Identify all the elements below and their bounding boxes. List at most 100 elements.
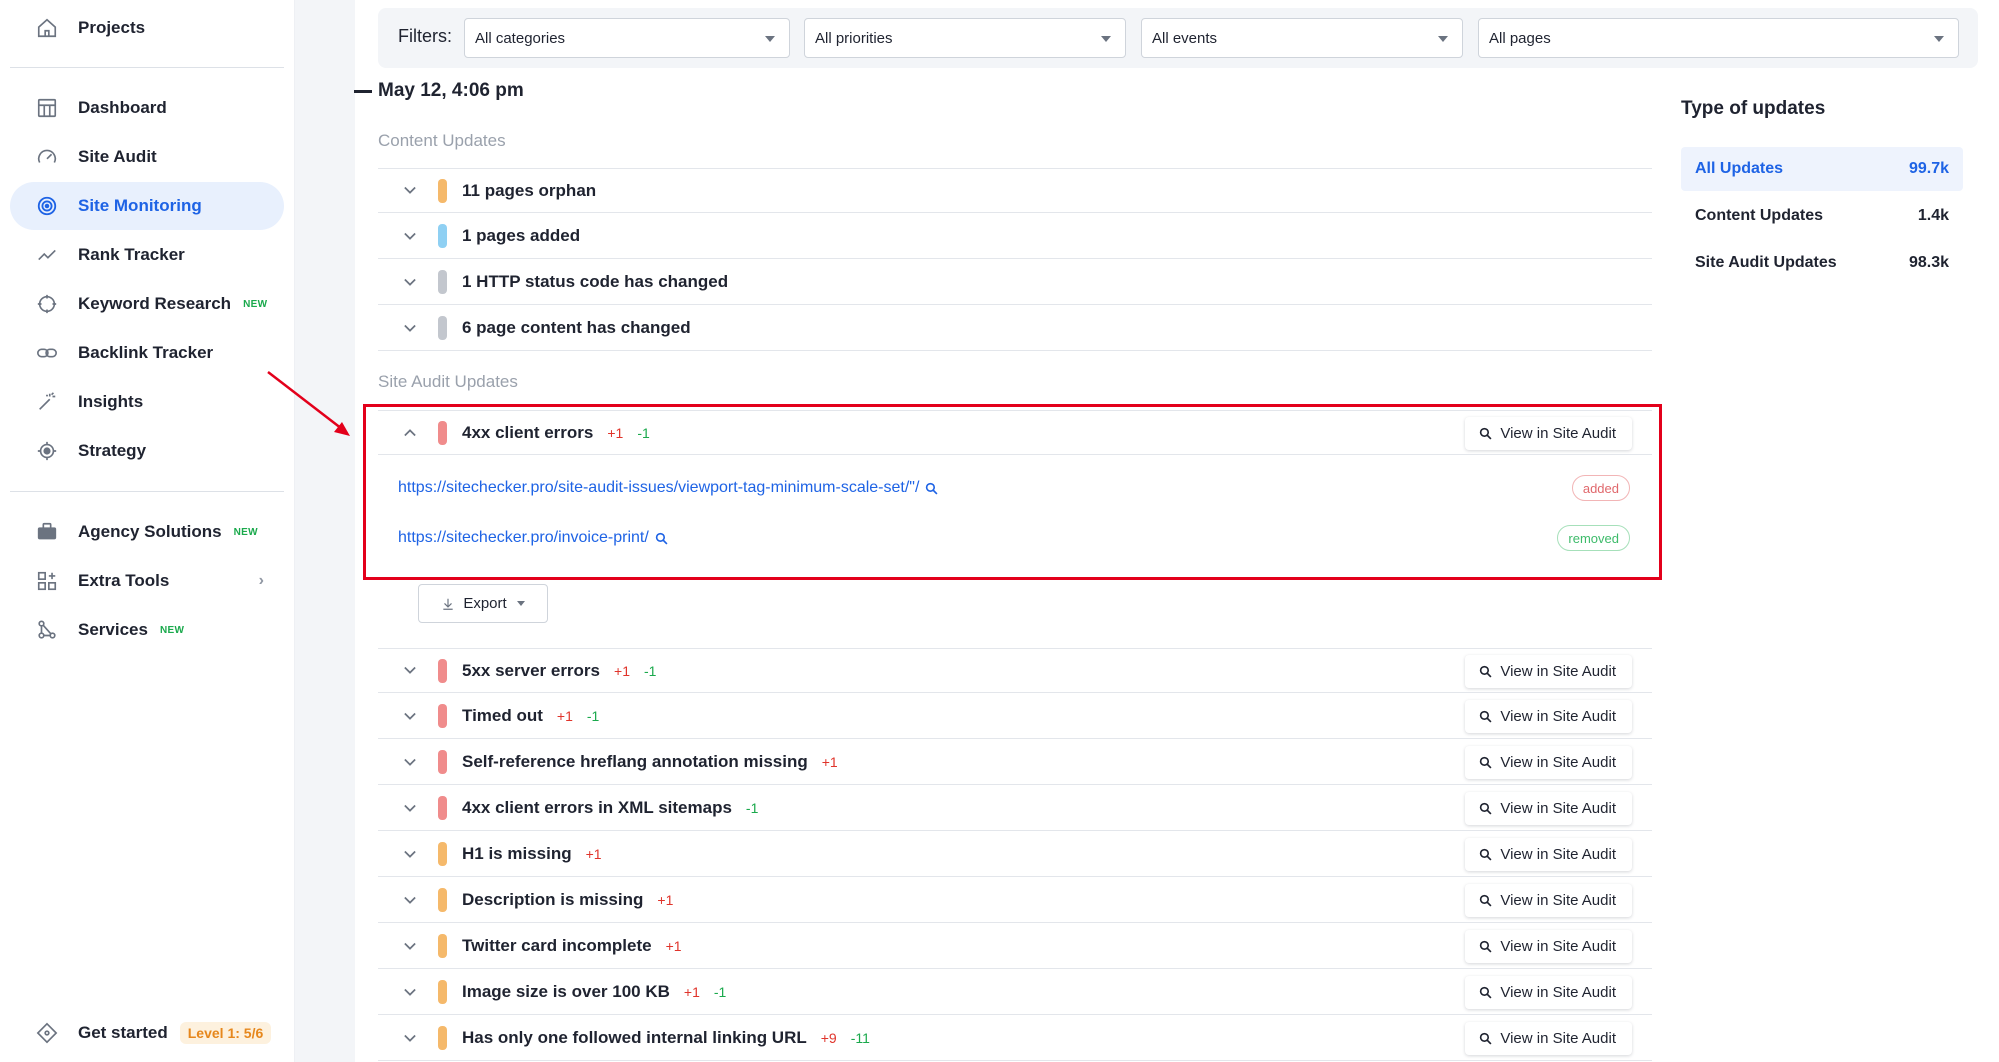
sidebar-item-backlink-tracker[interactable]: Backlink Tracker: [10, 329, 284, 377]
update-row[interactable]: 1 HTTP status code has changed: [378, 260, 1652, 305]
added-count: +9: [820, 1030, 837, 1046]
sidebar-item-get-started[interactable]: Get started Level 1: 5/6: [10, 1009, 284, 1057]
view-in-site-audit-label: View in Site Audit: [1500, 754, 1616, 771]
content-updates-label: Content Updates: [378, 131, 506, 150]
update-type-site-audit[interactable]: Site Audit Updates 98.3k: [1681, 241, 1963, 285]
chevron-down-icon[interactable]: [404, 986, 416, 998]
chevron-down-icon[interactable]: [404, 230, 416, 242]
chevron-down-icon[interactable]: [404, 665, 416, 677]
update-type-all[interactable]: All Updates 99.7k: [1681, 147, 1963, 191]
sidebar-item-site-monitoring[interactable]: Site Monitoring: [10, 182, 284, 230]
added-count: +1: [614, 662, 630, 679]
highlight-box: [363, 404, 1662, 580]
sidebar-item-label: Extra Tools: [78, 571, 170, 590]
chevron-down-icon[interactable]: [404, 802, 416, 814]
update-row[interactable]: Image size is over 100 KB +1 -1 View in …: [378, 970, 1652, 1015]
added-count: +1: [683, 984, 700, 1000]
chevron-down-icon[interactable]: [404, 185, 416, 197]
briefcase-icon: [34, 519, 60, 545]
update-row[interactable]: Has only one followed internal linking U…: [378, 1016, 1652, 1061]
view-in-site-audit-label: View in Site Audit: [1500, 892, 1616, 909]
view-in-site-audit-label: View in Site Audit: [1500, 1030, 1616, 1047]
view-in-site-audit-button[interactable]: View in Site Audit: [1465, 976, 1632, 1009]
link-icon: [34, 340, 60, 366]
chevron-down-icon[interactable]: [404, 848, 416, 860]
update-type-count: 1.4k: [1917, 207, 1949, 224]
view-in-site-audit-button[interactable]: View in Site Audit: [1465, 884, 1632, 917]
search-icon: [1479, 894, 1492, 907]
sidebar-item-label: Backlink Tracker: [78, 343, 214, 362]
view-in-site-audit-label: View in Site Audit: [1500, 984, 1616, 1001]
update-row[interactable]: 5xx server errors +1 -1 View in Site Aud…: [378, 648, 1652, 693]
update-row-title: 4xx client errors in XML sitemaps: [462, 798, 732, 817]
categories-select[interactable]: All categories: [464, 18, 790, 58]
sidebar-item-label: Insights: [78, 392, 144, 411]
view-in-site-audit-button[interactable]: View in Site Audit: [1465, 930, 1632, 963]
pages-select[interactable]: All pages: [1478, 18, 1959, 58]
update-row[interactable]: 4xx client errors in XML sitemaps -1 Vie…: [378, 786, 1652, 831]
sidebar-item-keyword-research[interactable]: Keyword Research NEW: [10, 280, 284, 328]
sidebar-item-agency-solutions[interactable]: Agency Solutions NEW: [10, 508, 284, 556]
export-button[interactable]: Export: [418, 584, 548, 623]
view-in-site-audit-button[interactable]: View in Site Audit: [1465, 1022, 1632, 1055]
view-in-site-audit-button[interactable]: View in Site Audit: [1465, 792, 1632, 825]
priority-marker: [438, 842, 447, 866]
priority-marker: [438, 658, 447, 683]
priority-marker: [438, 980, 447, 1004]
priority-marker: [438, 934, 447, 958]
sidebar-item-label: Projects: [78, 18, 146, 37]
update-row[interactable]: Twitter card incomplete +1 View in Site …: [378, 924, 1652, 969]
date-heading: May 12, 4:06 pm: [378, 80, 524, 101]
update-row[interactable]: H1 is missing +1 View in Site Audit: [378, 832, 1652, 877]
sidebar-item-label: Services: [78, 620, 148, 639]
search-icon: [1479, 848, 1492, 861]
chevron-down-icon[interactable]: [404, 756, 416, 768]
chevron-down-icon[interactable]: [404, 710, 416, 722]
sidebar-item-extra-tools[interactable]: Extra Tools ›: [10, 557, 284, 605]
search-icon: [1479, 986, 1492, 999]
view-in-site-audit-button[interactable]: View in Site Audit: [1465, 838, 1632, 871]
update-row[interactable]: Description is missing +1 View in Site A…: [378, 878, 1652, 923]
update-row[interactable]: 1 pages added: [378, 214, 1652, 259]
chevron-down-icon[interactable]: [404, 940, 416, 952]
sidebar-item-site-audit[interactable]: Site Audit: [10, 133, 284, 181]
view-in-site-audit-label: View in Site Audit: [1500, 663, 1616, 680]
update-row[interactable]: 11 pages orphan: [378, 168, 1652, 213]
added-count: +1: [821, 754, 838, 770]
update-row[interactable]: Self-reference hreflang annotation missi…: [378, 740, 1652, 785]
chevron-down-icon[interactable]: [404, 322, 416, 334]
download-icon: [441, 597, 455, 611]
gauge-icon: [34, 144, 60, 170]
sidebar-item-projects[interactable]: Projects: [10, 4, 284, 52]
events-select[interactable]: All events: [1141, 18, 1463, 58]
target-icon: [34, 291, 60, 317]
sidebar-item-insights[interactable]: Insights: [10, 378, 284, 426]
priority-marker: [438, 1026, 447, 1050]
events-select-value: All events: [1152, 30, 1218, 47]
update-type-content[interactable]: Content Updates 1.4k: [1681, 194, 1963, 238]
level-badge: Level 1: 5/6: [179, 1022, 272, 1044]
sidebar-item-rank-tracker[interactable]: Rank Tracker: [10, 231, 284, 279]
sidebar-item-services[interactable]: Services NEW: [10, 606, 284, 654]
sidebar-item-label: Strategy: [78, 441, 147, 460]
collapse-date-toggle[interactable]: [354, 90, 372, 93]
sidebar-item-strategy[interactable]: Strategy: [10, 427, 284, 475]
view-in-site-audit-button[interactable]: View in Site Audit: [1465, 700, 1632, 733]
sidebar-item-label: Site Audit: [78, 147, 157, 166]
chevron-right-icon: ›: [258, 572, 264, 589]
chevron-down-icon[interactable]: [404, 1032, 416, 1044]
update-row[interactable]: Timed out +1 -1 View in Site Audit: [378, 694, 1652, 739]
sidebar-item-label: Rank Tracker: [78, 245, 185, 264]
chevron-down-icon[interactable]: [404, 276, 416, 288]
view-in-site-audit-button[interactable]: View in Site Audit: [1465, 746, 1632, 779]
removed-count: -1: [745, 800, 759, 816]
priority-marker: [438, 704, 447, 728]
priorities-select[interactable]: All priorities: [804, 18, 1126, 58]
chevron-down-icon[interactable]: [404, 894, 416, 906]
sidebar-item-dashboard[interactable]: Dashboard: [10, 84, 284, 132]
view-in-site-audit-button[interactable]: View in Site Audit: [1465, 655, 1632, 688]
update-row[interactable]: 6 page content has changed: [378, 306, 1652, 351]
update-row-title: H1 is missing: [462, 844, 572, 863]
search-icon: [1479, 802, 1492, 815]
priority-marker: [438, 888, 447, 912]
